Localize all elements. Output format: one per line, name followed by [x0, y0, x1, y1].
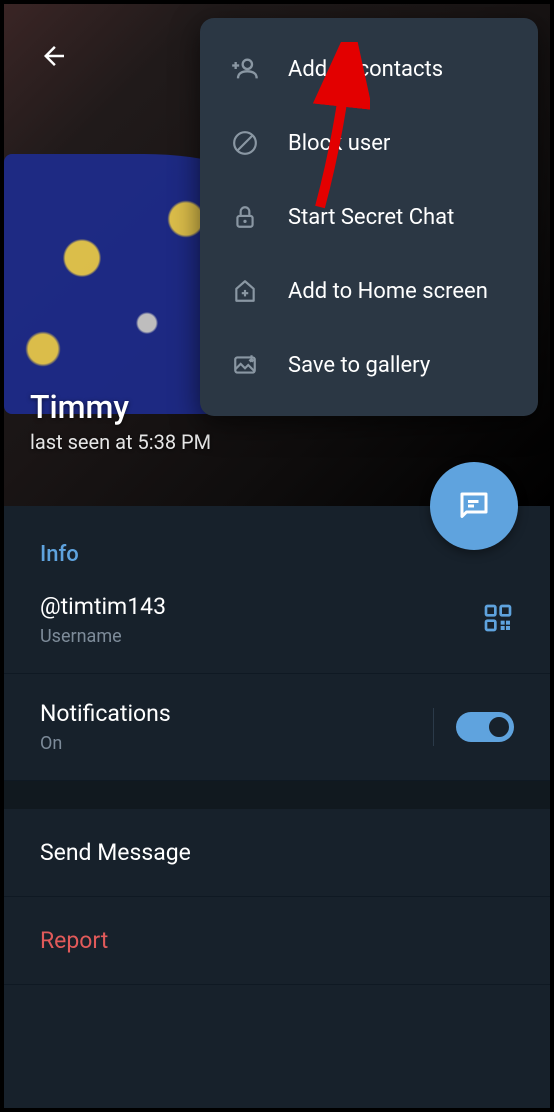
- menu-item-label: Add to Home screen: [288, 279, 488, 304]
- username-value: @timtim143: [40, 593, 166, 620]
- chat-icon: [456, 488, 492, 524]
- username-row[interactable]: @timtim143 Username: [4, 567, 550, 674]
- arrow-left-icon: [39, 41, 69, 71]
- divider: [433, 708, 434, 746]
- person-add-icon: [230, 54, 260, 84]
- section-spacer: [4, 781, 550, 809]
- username-label: Username: [40, 626, 166, 647]
- menu-add-contacts[interactable]: Add to contacts: [200, 32, 538, 106]
- menu-block-user[interactable]: Block user: [200, 106, 538, 180]
- message-fab[interactable]: [430, 462, 518, 550]
- overflow-menu: Add to contacts Block user Start Secret …: [200, 18, 538, 416]
- send-message-button[interactable]: Send Message: [4, 809, 550, 897]
- qr-code-icon: [482, 602, 514, 634]
- qr-code-button[interactable]: [482, 602, 514, 638]
- back-button[interactable]: [34, 36, 74, 76]
- profile-name: Timmy: [30, 388, 211, 426]
- notifications-row[interactable]: Notifications On: [4, 674, 550, 781]
- menu-item-label: Start Secret Chat: [288, 205, 454, 230]
- notifications-toggle[interactable]: [456, 712, 514, 742]
- menu-item-label: Add to contacts: [288, 57, 443, 82]
- block-icon: [230, 128, 260, 158]
- menu-home-screen[interactable]: Add to Home screen: [200, 254, 538, 328]
- menu-item-label: Block user: [288, 131, 390, 156]
- menu-save-gallery[interactable]: Save to gallery: [200, 328, 538, 402]
- image-download-icon: [230, 350, 260, 380]
- notifications-value: On: [40, 733, 171, 754]
- info-section-title: Info: [40, 542, 514, 567]
- menu-item-label: Save to gallery: [288, 353, 430, 378]
- notifications-label: Notifications: [40, 700, 171, 727]
- menu-secret-chat[interactable]: Start Secret Chat: [200, 180, 538, 254]
- lock-icon: [230, 202, 260, 232]
- profile-status: last seen at 5:38 PM: [30, 430, 211, 454]
- home-add-icon: [230, 276, 260, 306]
- report-button[interactable]: Report: [4, 897, 550, 985]
